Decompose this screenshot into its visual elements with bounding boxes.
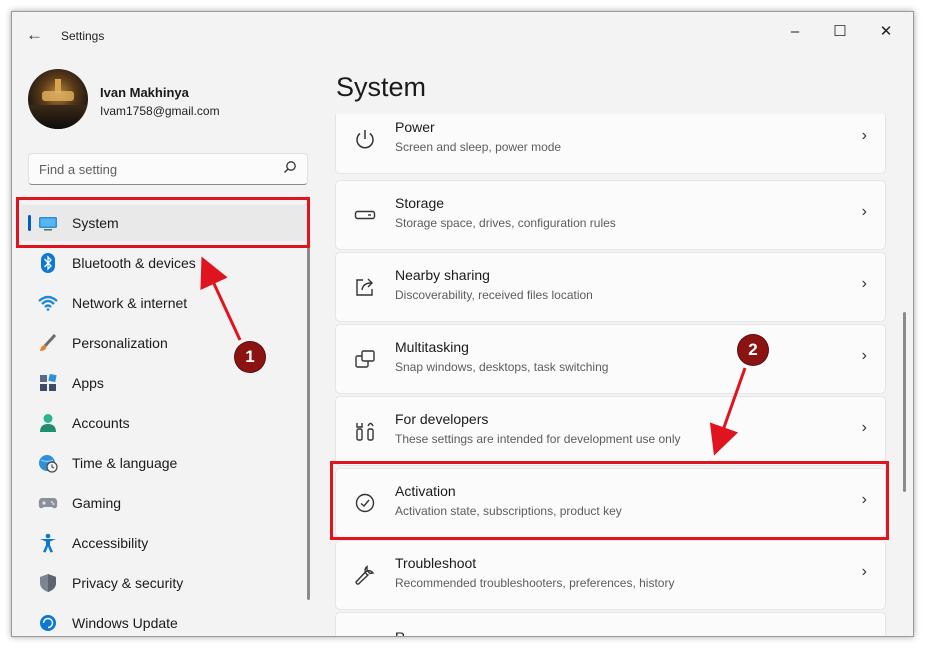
annotation-arrows [200,256,747,456]
annotation-badge-2: 2 [738,335,768,365]
arrow-2 [709,367,747,456]
annotation-badge-1: 1 [235,342,265,372]
arrow-1 [200,256,242,341]
